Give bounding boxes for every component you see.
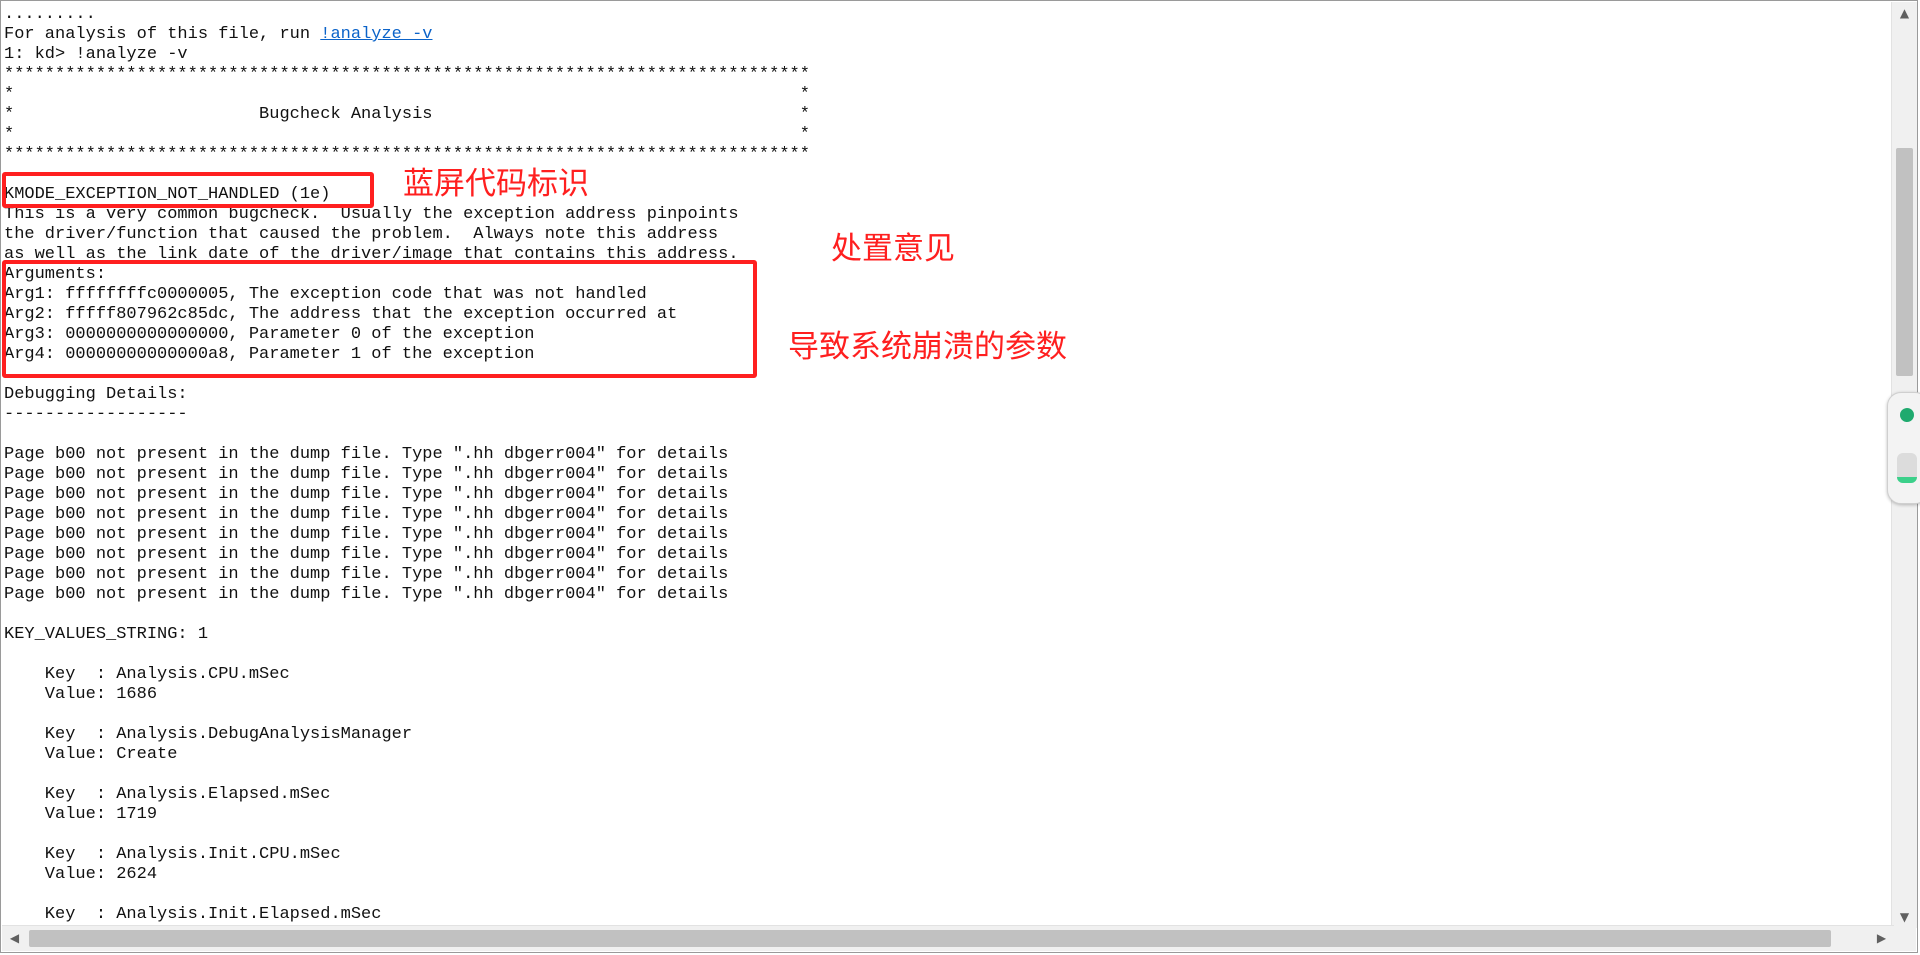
output-line: * * [4,125,810,144]
output-line: Page b00 not present in the dump file. T… [4,465,729,484]
output-line: ****************************************… [4,145,810,164]
horizontal-scrollbar[interactable]: ◀ ▶ [2,925,1894,951]
output-line: Page b00 not present in the dump file. T… [4,545,729,564]
output-line: Key : Analysis.Init.Elapsed.mSec [4,905,382,924]
bugcheck-code-line: KMODE_EXCEPTION_NOT_HANDLED (1e) [4,185,331,204]
arguments-header: Arguments: [4,265,107,284]
chevron-down-icon[interactable]: ▼ [1892,906,1917,928]
output-line: Page b00 not present in the dump file. T… [4,585,729,604]
output-line: Key : Analysis.Init.CPU.mSec [4,845,341,864]
bugcheck-code-annotation: 蓝屏代码标识 [403,166,589,202]
output-line: ......... [4,5,96,24]
vertical-scroll-thumb[interactable] [1896,148,1913,376]
output-line: Value: Create [4,745,178,764]
scrollbar-corner [1891,926,1916,951]
output-line: Page b00 not present in the dump file. T… [4,505,729,524]
output-line: Key : Analysis.DebugAnalysisManager [4,725,413,744]
output-line: * Bugcheck Analysis * [4,105,810,124]
output-line: * * [4,85,810,104]
chevron-left-icon[interactable]: ◀ [2,926,27,951]
output-line: Key : Analysis.Elapsed.mSec [4,785,331,804]
output-line: Value: 2624 [4,865,158,884]
argument-line: Arg2: fffff807962c85dc, The address that… [4,305,678,324]
chevron-up-icon[interactable]: ▲ [1892,2,1917,24]
crash-parameters-annotation: 导致系统崩溃的参数 [788,329,1067,365]
output-line: Key : Analysis.CPU.mSec [4,665,290,684]
status-dot-icon [1900,408,1914,422]
output-line: ------------------ [4,405,188,424]
argument-line: Arg1: ffffffffc0000005, The exception co… [4,285,647,304]
advice-annotation: 处置意见 [831,231,955,267]
analyze-link[interactable]: !analyze -v [320,25,432,44]
output-line: Page b00 not present in the dump file. T… [4,485,729,504]
output-line: 1: kd> !analyze -v [4,45,188,64]
floating-side-widget[interactable] [1887,392,1920,504]
level-bar-fill [1897,477,1917,483]
debugger-window: ......... For analysis of this file, run… [0,0,1918,953]
command-output[interactable]: ......... For analysis of this file, run… [4,5,1884,927]
output-line: Page b00 not present in the dump file. T… [4,525,729,544]
output-line: Debugging Details: [4,385,188,404]
output-line: Value: 1719 [4,805,158,824]
output-line: ****************************************… [4,65,810,84]
output-line: Page b00 not present in the dump file. T… [4,565,729,584]
horizontal-scroll-thumb[interactable] [29,930,1831,947]
output-line: KEY_VALUES_STRING: 1 [4,625,209,644]
output-line-text: For analysis of this file, run [4,25,321,44]
output-line: For analysis of this file, run !analyze … [4,25,1884,45]
output-line: Value: 1686 [4,685,158,704]
output-line: Page b00 not present in the dump file. T… [4,445,729,464]
output-line: This is a very common bugcheck. Usually … [4,205,739,224]
